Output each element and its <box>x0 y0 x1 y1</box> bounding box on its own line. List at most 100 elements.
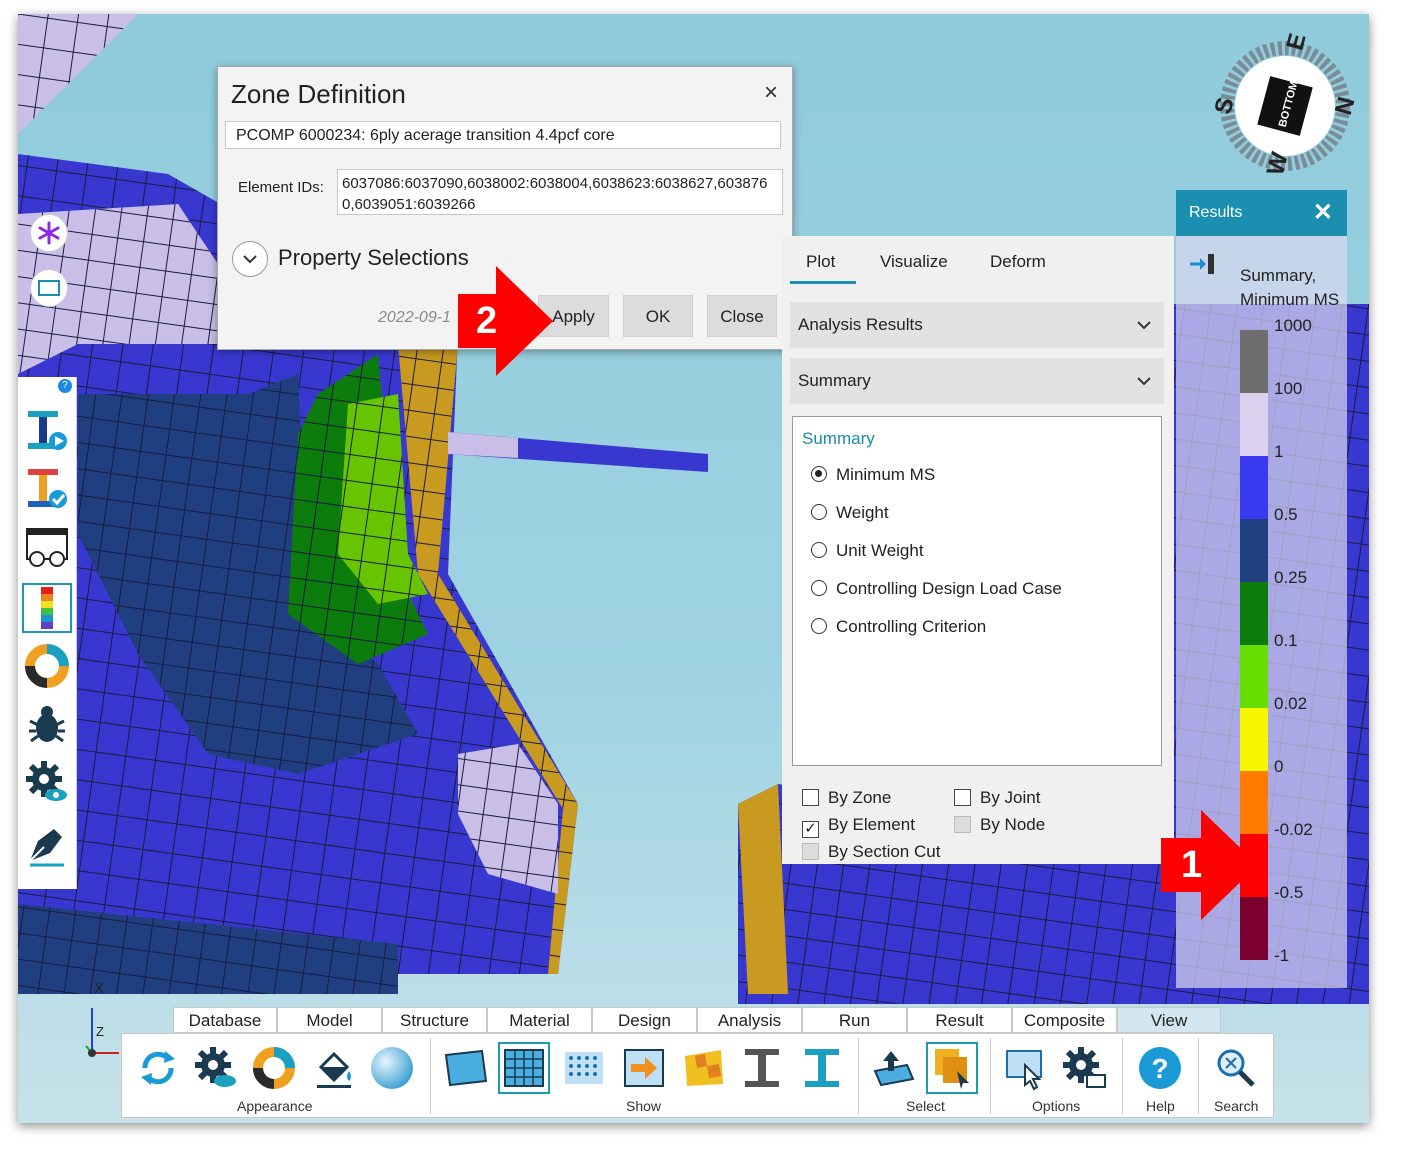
tab-run[interactable]: Run <box>802 1007 907 1033</box>
summary-dropdown-label: Summary <box>798 371 871 390</box>
pen-nib-icon[interactable] <box>22 819 72 869</box>
close-button[interactable]: Close <box>707 295 777 337</box>
ok-button[interactable]: OK <box>623 295 693 337</box>
mesh-icon[interactable] <box>498 1042 550 1094</box>
color-legend-icon[interactable] <box>22 583 72 633</box>
beam-run-icon[interactable] <box>22 405 72 455</box>
paint-bucket-icon[interactable] <box>308 1042 360 1094</box>
tab-plot[interactable]: Plot <box>806 252 835 272</box>
tab-visualize[interactable]: Visualize <box>880 252 948 272</box>
plot-tabs: Plot Visualize Deform <box>790 236 1174 284</box>
callout-1-number: 1 <box>1181 844 1203 886</box>
legend-label: 100 <box>1274 379 1303 398</box>
donut-chart-icon[interactable] <box>22 641 72 691</box>
bug-icon[interactable] <box>22 699 72 749</box>
tab-deform[interactable]: Deform <box>990 252 1046 272</box>
group-show-label: Show <box>626 1098 662 1114</box>
summary-dropdown[interactable]: Summary <box>790 358 1164 404</box>
beam-check-icon[interactable] <box>22 463 72 513</box>
i-beam-icon[interactable] <box>736 1042 788 1094</box>
beam-section-icon[interactable] <box>796 1042 848 1094</box>
by-node-checkbox[interactable]: By Node <box>954 815 1045 835</box>
callout-arrow-1: 1 <box>1161 810 1261 920</box>
tab-view[interactable]: View <box>1117 1007 1221 1033</box>
glasses-view-icon[interactable] <box>22 523 72 573</box>
group-search-label: Search <box>1214 1098 1259 1114</box>
chevron-down-icon <box>1136 358 1152 404</box>
option-label: Minimum MS <box>836 465 936 484</box>
option-controlling-criterion[interactable]: Controlling Criterion <box>811 617 986 637</box>
donut-chart-icon[interactable] <box>248 1042 300 1094</box>
zone-name-field[interactable]: PCOMP 6000234: 6ply acerage transition 4… <box>225 121 781 149</box>
help-icon[interactable]: ? <box>58 379 72 393</box>
option-weight[interactable]: Weight <box>811 503 889 523</box>
by-zone-checkbox[interactable]: By Zone <box>802 788 891 808</box>
option-unit-weight[interactable]: Unit Weight <box>811 541 924 561</box>
callout-arrow-2: 2 <box>458 266 558 376</box>
ribbon-separator <box>1122 1038 1123 1114</box>
legend-swatch <box>1240 519 1268 582</box>
settings-gear-icon[interactable] <box>1058 1042 1110 1094</box>
legend-label: 1 <box>1274 442 1284 461</box>
radio-selected-icon <box>811 466 827 482</box>
results-subtitle: Summary, Minimum MS <box>1240 264 1339 312</box>
nodes-icon[interactable] <box>558 1042 610 1094</box>
arrow-box-icon[interactable] <box>618 1042 670 1094</box>
checkbox-disabled-icon <box>802 843 819 860</box>
legend-label: 1000 <box>1274 316 1312 335</box>
gear-eye-icon[interactable] <box>190 1042 242 1094</box>
group-appearance-label: Appearance <box>237 1098 313 1114</box>
application-window: ? X Z Zone Definition × PCOMP 6000234: 6… <box>18 14 1369 1123</box>
ribbon-separator <box>858 1038 859 1114</box>
select-layers-icon[interactable] <box>926 1042 978 1094</box>
element-ids-field[interactable]: 6037086:6037090,6038002:6038004,6038623:… <box>337 169 783 215</box>
property-selections-label[interactable]: Property Selections <box>278 245 469 271</box>
results-close-icon[interactable]: ✕ <box>1313 198 1333 227</box>
help-icon[interactable]: ? <box>1134 1042 1186 1094</box>
ribbon-tabs: Database Model Structure Material Design… <box>173 1007 1223 1033</box>
gear-eye-icon[interactable] <box>22 757 72 807</box>
tab-structure[interactable]: Structure <box>382 1007 487 1033</box>
by-element-checkbox[interactable]: ✓ By Element <box>802 815 915 838</box>
tab-model[interactable]: Model <box>277 1007 382 1033</box>
view-compass[interactable]: BOTTOM E N W S <box>1209 31 1360 181</box>
results-header: Results ✕ <box>1176 190 1347 236</box>
option-minimum-ms[interactable]: Minimum MS <box>811 465 935 485</box>
callout-2-number: 2 <box>476 300 498 342</box>
legend-label: -1 <box>1274 946 1290 965</box>
radio-icon <box>811 542 827 558</box>
checkmark-icon: ✓ <box>802 821 819 838</box>
legend-label: 0.5 <box>1274 505 1298 524</box>
pin-icon[interactable] <box>1188 252 1216 281</box>
element-ids-label: Element IDs: <box>238 179 324 196</box>
analysis-results-dropdown[interactable]: Analysis Results <box>790 302 1164 348</box>
display-options-icon[interactable] <box>1000 1042 1052 1094</box>
dialog-close-icon[interactable]: × <box>764 79 778 107</box>
dialog-title: Zone Definition <box>231 79 406 109</box>
plate-icon[interactable] <box>440 1042 492 1094</box>
by-joint-checkbox[interactable]: By Joint <box>954 788 1040 808</box>
tab-database[interactable]: Database <box>173 1007 277 1033</box>
by-section-cut-checkbox[interactable]: By Section Cut <box>802 842 940 862</box>
legend-swatch <box>1240 645 1268 708</box>
expand-chevron-icon[interactable] <box>232 241 268 277</box>
radio-icon <box>811 504 827 520</box>
tab-material[interactable]: Material <box>487 1007 592 1033</box>
sphere-icon[interactable] <box>366 1042 418 1094</box>
refresh-icon[interactable] <box>132 1042 184 1094</box>
tab-composite[interactable]: Composite <box>1012 1007 1117 1033</box>
asterisk-icon <box>38 221 60 245</box>
select-plane-icon[interactable] <box>868 1042 920 1094</box>
option-controlling-load-case[interactable]: Controlling Design Load Case <box>811 579 1062 599</box>
group-options-label: Options <box>1032 1098 1081 1114</box>
legend-swatch <box>1240 456 1268 519</box>
tab-result[interactable]: Result <box>907 1007 1012 1033</box>
box-select-button[interactable] <box>30 269 68 307</box>
tab-design[interactable]: Design <box>592 1007 697 1033</box>
pick-mode-button[interactable] <box>30 214 68 252</box>
tab-analysis[interactable]: Analysis <box>697 1007 802 1033</box>
svg-text:?: ? <box>1151 1053 1168 1084</box>
panel-colors-icon[interactable] <box>678 1042 730 1094</box>
search-icon[interactable] <box>1210 1042 1262 1094</box>
legend-swatch <box>1240 708 1268 771</box>
